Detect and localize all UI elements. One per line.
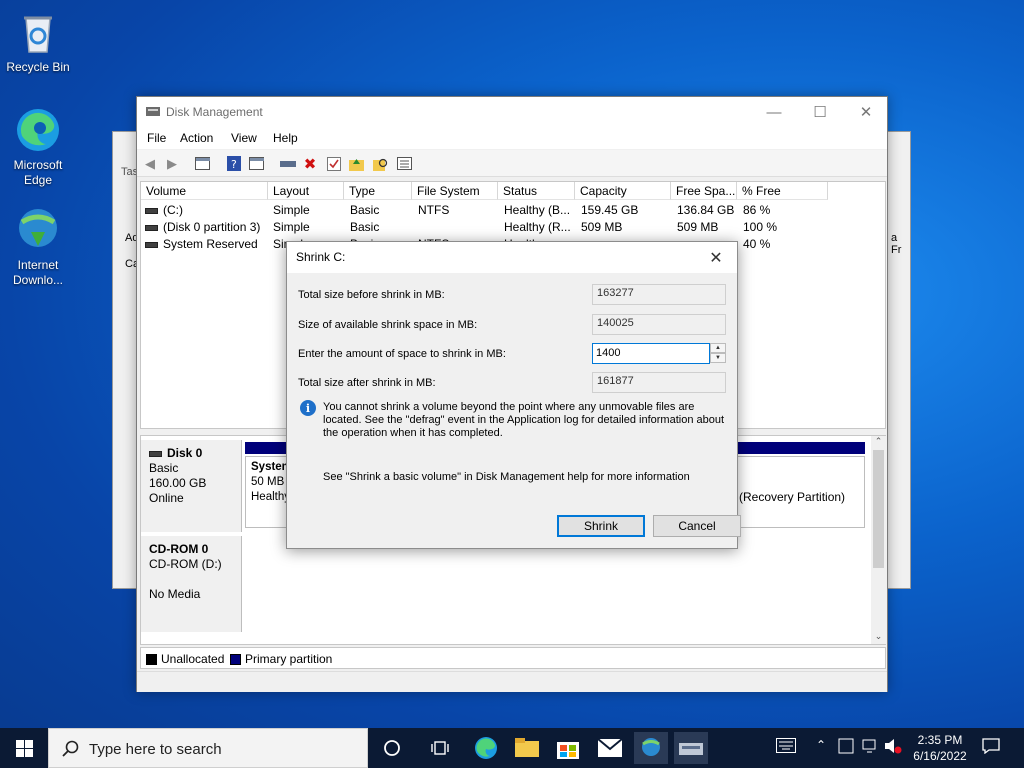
spin-down-button[interactable]: ▼ [710,353,726,363]
shrink-amount-input[interactable]: 1400 [592,343,710,364]
taskbar-clock[interactable]: 2:35 PM 6/16/2022 [908,732,972,764]
table-row[interactable]: (Disk 0 partition 3) Simple Basic Health… [141,219,887,236]
up-folder-icon[interactable] [347,155,365,172]
legend-swatch-unallocated [146,654,157,665]
clock-date: 6/16/2022 [913,749,967,763]
menu-file[interactable]: File [147,131,166,145]
keyboard-icon[interactable] [776,738,796,757]
delete-icon[interactable]: ✖ [301,155,319,173]
toolbar: ◀ ▶ ? ✖ [137,150,887,177]
column-header-file-system[interactable]: File System [412,182,498,200]
amount-label: Enter the amount of space to shrink in M… [298,348,506,360]
volume-icon [145,224,158,231]
shrink-button[interactable]: Shrink [557,515,645,537]
available-field: 140025 [592,314,726,335]
volume-icon [145,241,158,248]
dialog-close-icon[interactable]: ✕ [701,245,731,271]
minimize-button[interactable]: — [751,97,797,127]
properties-icon[interactable] [247,155,265,172]
disk-area-scrollbar[interactable]: ⌃ ⌄ [871,436,886,644]
column-header-volume[interactable]: Volume [141,182,268,200]
maximize-button[interactable]: ☐ [797,97,843,127]
task-view-icon[interactable] [424,732,456,764]
notifications-icon[interactable] [982,738,1000,757]
column-header-layout[interactable]: Layout [268,182,344,200]
total-after-field: 161877 [592,372,726,393]
desktop-icon-recycle-bin[interactable]: Recycle Bin [0,8,76,75]
svg-text:?: ? [231,158,237,171]
desktop-icon-label: Microsoft Edge [13,158,63,187]
disk-0-label[interactable]: Disk 0 Basic 160.00 GB Online [141,440,242,532]
connect-disk-icon[interactable] [279,155,297,172]
help-text: See "Shrink a basic volume" in Disk Mana… [323,471,690,483]
cd-rom-0-label[interactable]: CD-ROM 0 CD-ROM (D:) No Media [141,536,242,632]
start-button[interactable] [0,728,48,768]
table-row[interactable]: (C:) Simple Basic NTFS Healthy (B... 159… [141,202,887,219]
taskbar-search[interactable]: Type here to search [48,728,368,768]
recycle-bin-icon [14,8,62,56]
total-before-label: Total size before shrink in MB: [298,289,445,301]
file-explorer-icon[interactable] [511,732,543,764]
desktop-icon-microsoft-edge[interactable]: Microsoft Edge [0,106,76,188]
help-icon[interactable]: ? [225,155,243,172]
idm-icon [14,206,62,254]
column-header-capacity[interactable]: Capacity [575,182,671,200]
legend-swatch-primary [230,654,241,665]
dialog-titlebar[interactable]: Shrink C: ✕ [287,242,737,273]
recovery-partition[interactable]: (Recovery Partition) [739,490,845,504]
dialog-title: Shrink C: [296,250,346,264]
desktop-icon-internet-download-manager[interactable]: Internet Downlo... [0,206,76,288]
check-icon[interactable] [325,155,343,172]
back-icon[interactable]: ◀ [141,155,159,172]
window-titlebar[interactable]: Disk Management — ☐ ✕ [137,97,887,127]
clock-time: 2:35 PM [917,733,963,747]
store-icon[interactable] [552,732,584,764]
search-placeholder: Type here to search [89,741,222,758]
column-header-percent-free[interactable]: % Free [737,182,828,200]
menu-help[interactable]: Help [273,131,298,145]
close-button[interactable]: ✕ [843,97,889,127]
edge-icon [14,106,62,154]
spin-up-button[interactable]: ▲ [710,343,726,353]
windows-icon [15,739,33,757]
forward-icon[interactable]: ▶ [163,155,181,172]
taskbar: Type here to search ⌃ 2:35 PM 6/16/2022 [0,728,1024,768]
disk-icon [149,450,162,457]
total-before-field: 163277 [592,284,726,305]
info-text: You cannot shrink a volume beyond the po… [323,401,725,439]
column-header-status[interactable]: Status [498,182,575,200]
column-header-type[interactable]: Type [344,182,412,200]
shrink-dialog[interactable]: Shrink C: ✕ Total size before shrink in … [286,241,741,549]
search-folder-icon[interactable] [371,155,389,172]
edge-taskbar-icon[interactable] [470,732,502,764]
idm-taskbar-icon[interactable] [634,732,668,764]
chevron-up-icon[interactable]: ⌃ [816,738,826,752]
search-icon [62,740,79,757]
disk-management-icon [146,107,160,116]
menu-action[interactable]: Action [180,131,213,145]
available-label: Size of available shrink space in MB: [298,319,478,331]
mail-icon[interactable] [594,732,626,764]
security-icon[interactable] [838,738,854,757]
info-icon: i [300,400,316,416]
window-title: Disk Management [166,105,263,119]
menu-view[interactable]: View [231,131,257,145]
network-icon[interactable] [862,738,878,757]
disk-management-taskbar-icon[interactable] [674,732,708,764]
show-hide-tree-icon[interactable] [193,155,211,172]
volume-muted-icon[interactable] [884,738,902,757]
cortana-icon[interactable] [376,732,408,764]
total-after-label: Total size after shrink in MB: [298,377,436,389]
column-header-free-space[interactable]: Free Spa... [671,182,737,200]
cancel-button[interactable]: Cancel [653,515,741,537]
menu-bar: File Action View Help [137,127,887,149]
status-bar [137,671,887,692]
list-view-icon[interactable] [395,155,413,172]
volume-icon [145,207,158,214]
legend-bar: Unallocated Primary partition [140,647,886,669]
